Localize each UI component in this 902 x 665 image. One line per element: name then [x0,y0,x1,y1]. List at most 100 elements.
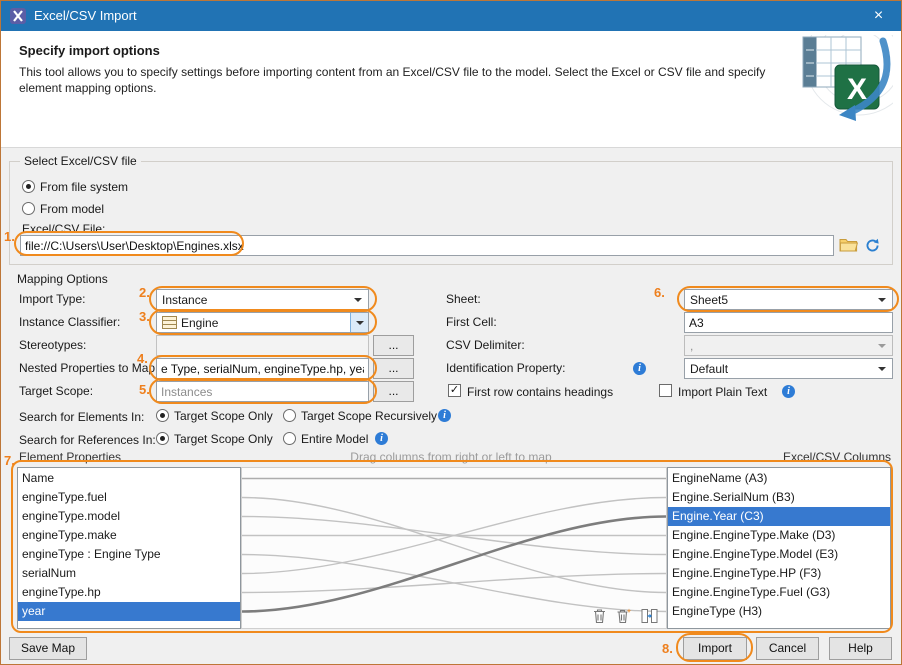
excel-column-item[interactable]: Engine.EngineType.Make (D3) [668,526,890,545]
nested-properties-browse-button[interactable]: ... [373,358,414,379]
sheet-label: Sheet: [446,292,481,306]
search-references-label: Search for References In: [19,433,156,447]
element-property-item-selected[interactable]: year [18,602,240,621]
combo-value: Instance [162,293,207,307]
combo-value: Engine [181,316,218,330]
radio-unselected-icon [283,432,296,445]
radio-selected-icon [22,180,35,193]
refresh-icon[interactable] [862,235,882,255]
excel-column-item-selected[interactable]: Engine.Year (C3) [668,507,890,526]
radio-label: From model [40,202,104,216]
mapping-canvas[interactable] [241,467,667,629]
annotation-4: 4. [137,351,148,366]
page-title: Specify import options [19,43,160,58]
element-property-item[interactable]: engineType.fuel [18,488,240,507]
chevron-down-icon [878,298,886,302]
element-property-item[interactable]: Name [18,469,240,488]
drag-hint: Drag columns from right or left to map [251,450,651,464]
nested-properties-input[interactable] [156,358,369,379]
excel-columns-list: EngineName (A3) Engine.SerialNum (B3) En… [667,467,891,629]
annotation-6: 6. [654,285,665,300]
element-property-item[interactable]: engineType.model [18,507,240,526]
import-type-combo[interactable]: Instance [156,289,369,310]
close-icon[interactable]: × [856,1,901,31]
magicdraw-app-icon [10,8,26,24]
info-icon[interactable]: i [782,385,795,398]
excel-column-item[interactable]: Engine.EngineType.Model (E3) [668,545,890,564]
excel-column-item[interactable]: Engine.EngineType.HP (F3) [668,564,890,583]
stereotypes-browse-button[interactable]: ... [373,335,414,356]
svg-text:X: X [847,73,867,106]
stereotypes-input[interactable] [156,335,369,356]
element-property-item[interactable]: engineType.make [18,526,240,545]
info-icon[interactable]: i [375,432,388,445]
first-row-headings-checkbox[interactable]: ✓ [448,384,461,397]
identification-property-label: Identification Property: [446,361,565,375]
combo-value: , [690,339,693,353]
radio-references-target-scope-only[interactable]: Target Scope Only [156,431,273,446]
excel-column-item[interactable]: Engine.EngineType.Fuel (G3) [668,583,890,602]
import-plain-text-label[interactable]: Import Plain Text [678,385,767,399]
excel-columns-header: Excel/CSV Columns [691,450,891,464]
open-folder-icon[interactable] [837,234,859,255]
page-description: This tool allows you to specify settings… [19,64,767,96]
help-button[interactable]: Help [829,637,892,660]
import-type-label: Import Type: [19,292,85,306]
csv-delimiter-combo[interactable]: , [684,335,893,356]
delete-all-mappings-icon[interactable] [616,608,632,624]
csv-delimiter-label: CSV Delimiter: [446,338,525,352]
sheet-combo[interactable]: Sheet5 [684,289,893,310]
file-path-input[interactable] [20,235,834,256]
chevron-down-icon[interactable] [350,313,368,332]
target-scope-browse-button[interactable]: ... [373,381,414,402]
titlebar[interactable]: Excel/CSV Import × [1,1,901,31]
radio-label: From file system [40,180,128,194]
excel-import-icon: X [793,35,893,126]
target-scope-input[interactable] [156,381,369,402]
file-field-label: Excel/CSV File: [22,222,105,236]
identification-property-combo[interactable]: Default [684,358,893,379]
info-icon[interactable]: i [438,409,451,422]
import-button[interactable]: Import [683,637,747,660]
instance-classifier-combo[interactable]: Engine [156,312,369,333]
chevron-down-icon [878,344,886,348]
radio-references-entire-model[interactable]: Entire Model [283,431,368,446]
dialog-header: Specify import options This tool allows … [1,31,901,148]
excel-csv-import-dialog: Excel/CSV Import × Specify import option… [0,0,902,665]
element-property-item[interactable]: engineType.hp [18,583,240,602]
annotation-8: 8. [662,641,673,656]
radio-selected-icon [156,432,169,445]
mapping-options-label: Mapping Options [17,272,108,286]
chevron-down-icon [354,298,362,302]
excel-column-item[interactable]: EngineType (H3) [668,602,890,621]
map-by-column-order-icon[interactable] [641,608,658,624]
first-row-headings-label[interactable]: First row contains headings [467,385,613,399]
first-cell-input[interactable] [684,312,893,333]
delete-mapping-icon[interactable] [592,608,607,624]
element-property-item[interactable]: serialNum [18,564,240,583]
excel-column-item[interactable]: EngineName (A3) [668,469,890,488]
radio-unselected-icon [22,202,35,215]
combo-value: Sheet5 [690,293,728,307]
excel-column-item[interactable]: Engine.SerialNum (B3) [668,488,890,507]
save-map-button[interactable]: Save Map [9,637,87,660]
radio-from-model[interactable]: From model [22,201,104,216]
info-icon[interactable]: i [633,362,646,375]
radio-elements-target-scope-only[interactable]: Target Scope Only [156,408,273,423]
target-scope-label: Target Scope: [19,384,93,398]
radio-label: Target Scope Recursively [301,409,437,423]
radio-elements-target-scope-recursively[interactable]: Target Scope Recursively [283,408,437,423]
window-title: Excel/CSV Import [34,1,137,31]
import-plain-text-checkbox[interactable] [659,384,672,397]
cancel-button[interactable]: Cancel [756,637,819,660]
annotation-1: 1. [4,229,15,244]
radio-from-file-system[interactable]: From file system [22,179,128,194]
group-legend: Select Excel/CSV file [20,154,141,168]
radio-selected-icon [156,409,169,422]
radio-label: Target Scope Only [174,432,273,446]
element-property-item[interactable]: engineType : Engine Type [18,545,240,564]
mapping-lines [242,468,666,628]
radio-label: Target Scope Only [174,409,273,423]
annotation-5: 5. [139,382,150,397]
combo-value: Default [690,362,728,376]
